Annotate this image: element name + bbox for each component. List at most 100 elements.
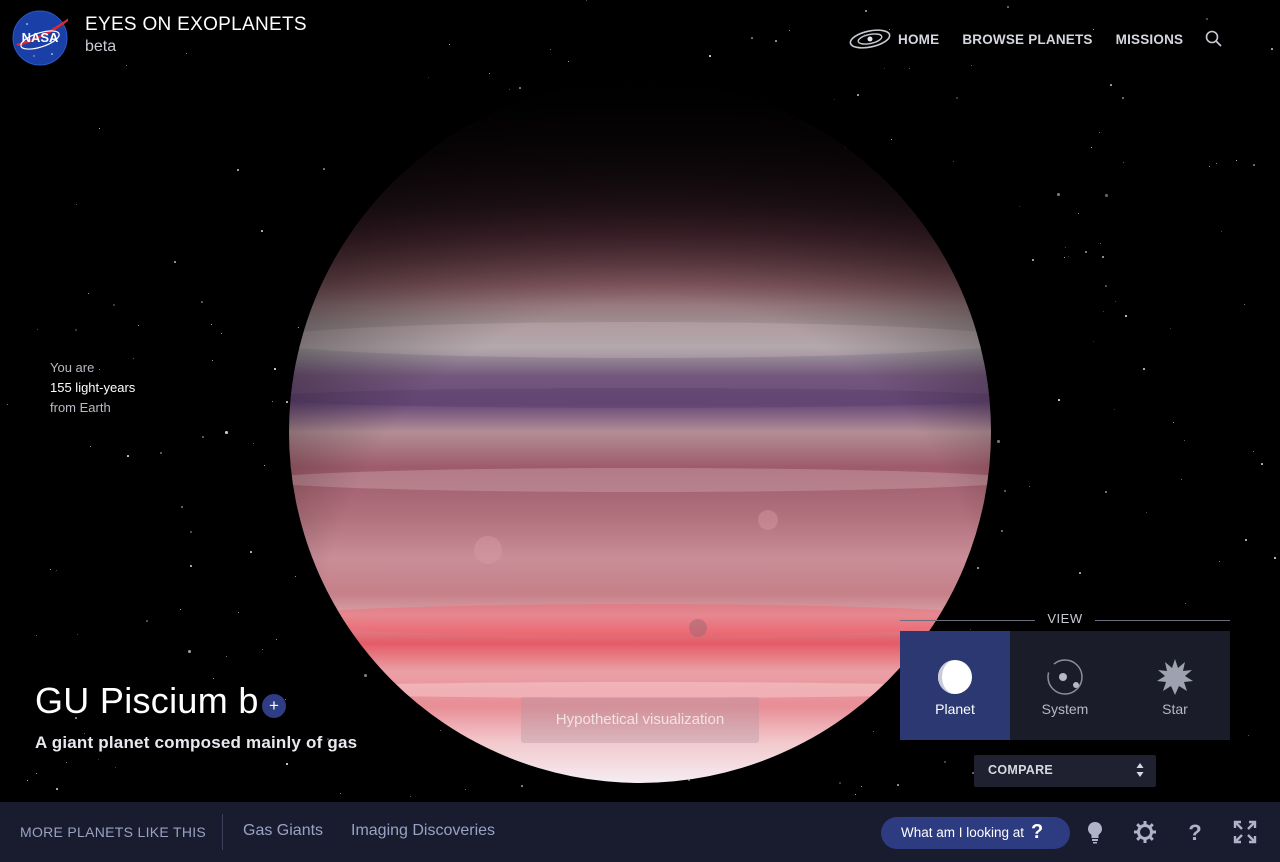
star-dot bbox=[88, 293, 89, 294]
star-dot bbox=[66, 762, 67, 763]
star-dot bbox=[465, 789, 466, 790]
star-dot bbox=[201, 301, 203, 303]
star-dot bbox=[1146, 512, 1147, 513]
svg-text:?: ? bbox=[1188, 820, 1201, 844]
star-dot bbox=[521, 785, 523, 787]
top-header: NASA EYES ON EXOPLANETS beta HOME BROWSE… bbox=[0, 0, 1280, 80]
star-dot bbox=[1093, 341, 1094, 342]
star-dot bbox=[285, 699, 286, 700]
star-dot bbox=[7, 404, 8, 405]
star-dot bbox=[1185, 603, 1186, 604]
star-dot bbox=[202, 436, 204, 438]
planet-sphere bbox=[289, 81, 991, 783]
star-dot bbox=[36, 773, 37, 774]
compare-select[interactable]: COMPARE bbox=[974, 755, 1156, 787]
nav-home[interactable]: HOME bbox=[898, 32, 939, 47]
star-dot bbox=[1143, 368, 1145, 370]
star-dot bbox=[1115, 301, 1116, 302]
star-icon bbox=[1157, 659, 1193, 695]
view-option-system[interactable]: System bbox=[1010, 631, 1120, 740]
add-planet-button[interactable]: + bbox=[262, 694, 286, 718]
nav-missions[interactable]: MISSIONS bbox=[1116, 32, 1184, 47]
star-dot bbox=[1170, 328, 1171, 329]
app-subtitle: beta bbox=[85, 38, 117, 55]
view-option-system-label: System bbox=[1041, 701, 1089, 717]
star-dot bbox=[1173, 422, 1174, 423]
star-dot bbox=[36, 635, 37, 636]
star-dot bbox=[1064, 257, 1065, 258]
hypothetical-visualization-label: Hypothetical visualization bbox=[521, 697, 759, 743]
star-dot bbox=[77, 634, 78, 635]
nasa-logo-icon[interactable]: NASA bbox=[12, 10, 68, 66]
star-dot bbox=[190, 565, 192, 567]
star-dot bbox=[1058, 399, 1060, 401]
star-dot bbox=[188, 650, 191, 653]
view-option-star[interactable]: Star bbox=[1120, 631, 1230, 740]
gear-icon[interactable] bbox=[1133, 820, 1157, 844]
star-dot bbox=[1123, 162, 1124, 163]
lightbulb-icon[interactable] bbox=[1083, 820, 1107, 844]
what-am-i-looking-at-label: What am I looking at bbox=[901, 825, 1025, 840]
star-dot bbox=[1219, 561, 1220, 562]
star-dot bbox=[1221, 231, 1222, 232]
star-dot bbox=[272, 401, 273, 402]
star-dot bbox=[181, 506, 183, 508]
fullscreen-icon[interactable] bbox=[1233, 820, 1257, 844]
star-dot bbox=[1105, 285, 1107, 287]
star-dot bbox=[90, 446, 91, 447]
view-option-planet-label: Planet bbox=[935, 701, 975, 717]
star-dot bbox=[37, 329, 38, 330]
star-dot bbox=[855, 794, 856, 795]
star-dot bbox=[264, 465, 265, 466]
star-dot bbox=[1253, 451, 1254, 452]
star-dot bbox=[253, 443, 254, 444]
galaxy-icon[interactable] bbox=[848, 28, 892, 50]
star-dot bbox=[238, 612, 239, 613]
star-dot bbox=[180, 609, 181, 610]
star-dot bbox=[1079, 572, 1081, 574]
star-dot bbox=[1216, 163, 1217, 164]
star-dot bbox=[1091, 147, 1092, 148]
star-dot bbox=[127, 455, 129, 457]
star-dot bbox=[1253, 164, 1255, 166]
star-dot bbox=[997, 440, 1000, 443]
star-dot bbox=[138, 325, 139, 326]
star-dot bbox=[261, 230, 263, 232]
star-dot bbox=[1110, 84, 1112, 86]
star-dot bbox=[211, 324, 212, 325]
app-stage: NASA EYES ON EXOPLANETS beta HOME BROWSE… bbox=[0, 0, 1280, 862]
select-arrows-icon bbox=[1136, 763, 1144, 777]
star-dot bbox=[1122, 97, 1124, 99]
what-am-i-looking-at-button[interactable]: What am I looking at ? bbox=[881, 817, 1070, 849]
star-dot bbox=[56, 570, 57, 571]
search-icon[interactable] bbox=[1204, 29, 1224, 49]
star-dot bbox=[221, 333, 222, 334]
nav-browse-planets[interactable]: BROWSE PLANETS bbox=[962, 32, 1092, 47]
view-label-text: VIEW bbox=[1047, 611, 1083, 626]
svg-text:NASA: NASA bbox=[22, 30, 59, 45]
star-dot bbox=[237, 169, 239, 171]
planet-visualization[interactable] bbox=[288, 80, 992, 784]
star-dot bbox=[1001, 530, 1003, 532]
app-title[interactable]: EYES ON EXOPLANETS bbox=[85, 14, 307, 36]
star-dot bbox=[1245, 539, 1247, 541]
planet-name: GU Piscium b bbox=[35, 680, 259, 721]
category-gas-giants[interactable]: Gas Giants bbox=[243, 822, 323, 840]
star-dot bbox=[146, 620, 148, 622]
star-dot bbox=[1236, 160, 1237, 161]
star-dot bbox=[1105, 194, 1108, 197]
star-dot bbox=[76, 204, 77, 205]
star-dot bbox=[113, 304, 115, 306]
star-dot bbox=[340, 793, 341, 794]
main-nav: HOME BROWSE PLANETS MISSIONS bbox=[848, 28, 1224, 50]
help-icon[interactable]: ? bbox=[1183, 820, 1207, 844]
category-imaging-discoveries[interactable]: Imaging Discoveries bbox=[351, 822, 495, 840]
star-dot bbox=[1065, 247, 1066, 248]
star-dot bbox=[1057, 193, 1060, 196]
star-dot bbox=[1100, 243, 1101, 244]
star-dot bbox=[1099, 132, 1100, 133]
distance-line-1: You are bbox=[50, 360, 95, 375]
view-option-planet[interactable]: Planet bbox=[900, 631, 1010, 740]
star-dot bbox=[410, 796, 411, 797]
distance-line-3: from Earth bbox=[50, 400, 111, 415]
